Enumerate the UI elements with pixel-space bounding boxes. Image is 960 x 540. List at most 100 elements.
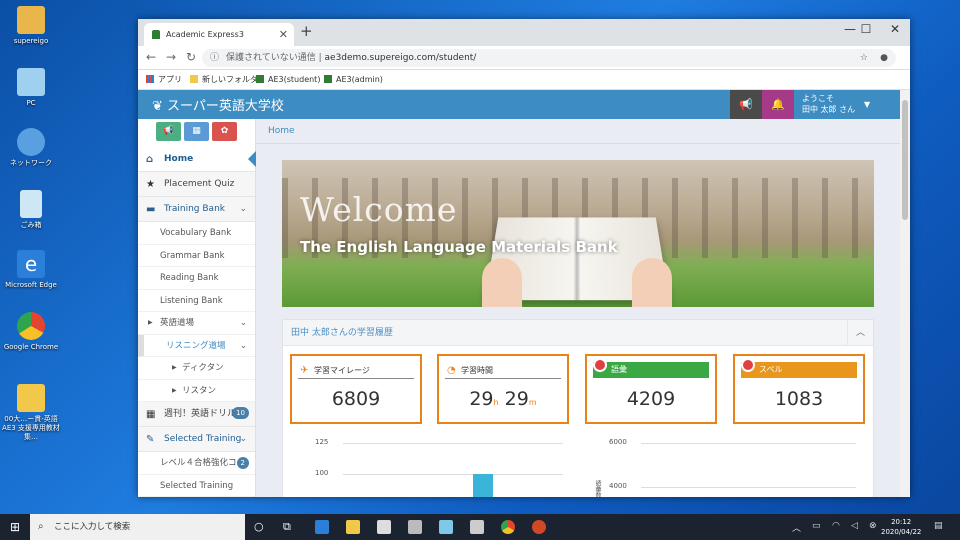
sidebar-item-home[interactable]: ⌂ Home bbox=[138, 147, 256, 172]
bookmark-ae3-student[interactable]: AE3(student) bbox=[256, 70, 320, 90]
new-tab-button[interactable]: + bbox=[300, 22, 313, 40]
breadcrumb[interactable]: Home bbox=[268, 126, 295, 136]
bookmark-apps[interactable]: アプリ bbox=[146, 70, 182, 90]
page-scrollbar[interactable] bbox=[900, 90, 910, 497]
hours-value: 29 bbox=[469, 388, 494, 410]
stat-label: 語彙 bbox=[611, 365, 627, 374]
tray-chevron-icon[interactable]: ︿ bbox=[792, 521, 801, 534]
info-icon[interactable]: ⓘ bbox=[210, 49, 219, 67]
taskbar-clock[interactable]: 20:12 2020/04/22 bbox=[881, 517, 921, 537]
stat-value: 4209 bbox=[626, 388, 676, 410]
desktop-icon-edge[interactable]: e Microsoft Edge bbox=[2, 250, 60, 290]
sidebar-item-eigo-dojo[interactable]: ▶ 英語道場 ⌄ bbox=[138, 312, 255, 335]
megaphone-icon[interactable]: 📢 bbox=[730, 90, 762, 119]
bookmark-label: AE3(admin) bbox=[336, 75, 383, 84]
reload-button[interactable]: ↻ bbox=[186, 50, 196, 64]
tab-close-icon[interactable]: ✕ bbox=[279, 23, 288, 46]
account-icon[interactable]: ● bbox=[880, 49, 888, 67]
close-window-button[interactable]: ✕ bbox=[881, 22, 909, 36]
chrome-taskbar-icon[interactable] bbox=[501, 520, 515, 534]
caret-down-icon: ▼ bbox=[864, 100, 871, 109]
edge-icon: e bbox=[17, 250, 45, 278]
notification-icon[interactable]: ▤ bbox=[934, 521, 943, 531]
address-bar-row: ← → ↻ ⓘ 保護されていない通信 | ae3demo.supereigo.c… bbox=[138, 46, 910, 70]
calendar-button[interactable]: ▦ bbox=[184, 122, 209, 141]
sidebar-item-listening-dojo[interactable]: リスニング道場 ⌄ bbox=[138, 334, 255, 357]
battery-icon[interactable]: ▭ bbox=[812, 521, 821, 531]
sidebar-item-listening-bank[interactable]: Listening Bank bbox=[138, 289, 255, 312]
menu-label: 週刊！英語ドリル bbox=[164, 409, 237, 419]
user-folder-icon bbox=[17, 6, 45, 34]
store-icon[interactable] bbox=[377, 520, 391, 534]
wifi-icon[interactable]: ◠ bbox=[832, 521, 840, 531]
taskbar: ⊞ ⌕ ここに入力して検索 ○ ⧉ ︿ ▭ ◠ ◁ ⊗ 20:12 2020/04/… bbox=[0, 514, 960, 540]
stat-label: 学習時間 bbox=[461, 366, 493, 375]
sidebar-item-selected-training-2[interactable]: Selected Training bbox=[138, 474, 255, 497]
bell-icon[interactable]: 🔔 bbox=[762, 90, 794, 119]
gridline bbox=[641, 487, 856, 488]
security-status: 保護されていない通信 bbox=[226, 53, 316, 63]
hours-unit: h bbox=[493, 398, 499, 407]
folder-icon bbox=[190, 75, 198, 83]
sidebar-item-level4[interactable]: レベル４合格強化コ… 2 bbox=[138, 452, 255, 475]
site-header: ❦ スーパー英語大学校 📢 🔔 ようこそ 田中 太郎 さん ▼ bbox=[138, 90, 900, 119]
site-brand[interactable]: ❦ スーパー英語大学校 bbox=[152, 95, 284, 114]
volume-icon[interactable]: ◁ bbox=[851, 521, 858, 531]
collapse-chevron-icon[interactable]: ︿ bbox=[847, 320, 873, 346]
count-badge: 2 bbox=[236, 457, 249, 469]
sidebar-item-weekly-drill[interactable]: ▦ 週刊！英語ドリル 10 bbox=[138, 402, 255, 427]
desktop-icon-user-folder[interactable]: supereigo bbox=[2, 6, 60, 46]
desktop-icon-materials[interactable]: 00大…ー貫-英語AE3 支援専用教材集… bbox=[2, 384, 60, 442]
bookmark-new-folder[interactable]: 新しいフォルダ bbox=[190, 70, 258, 90]
paint-icon[interactable] bbox=[470, 520, 484, 534]
tab-strip: Academic Express3 ✕ + — ☐ ✕ bbox=[138, 19, 910, 46]
desktop-icon-recycle-bin[interactable]: ごみ箱 bbox=[2, 190, 60, 230]
file-explorer-icon[interactable] bbox=[346, 520, 360, 534]
url-field[interactable]: ⓘ 保護されていない通信 | ae3demo.supereigo.com/stu… bbox=[202, 49, 896, 67]
y-axis-label: 語彙数 bbox=[594, 480, 601, 497]
desktop-icon-pc[interactable]: PC bbox=[2, 68, 60, 108]
edge-taskbar-icon[interactable] bbox=[315, 520, 329, 534]
taskbar-search[interactable]: ⌕ ここに入力して検索 bbox=[30, 514, 245, 540]
sidebar-item-vocabulary-bank[interactable]: Vocabulary Bank bbox=[138, 222, 255, 245]
desktop-icon-chrome[interactable]: Google Chrome bbox=[2, 312, 60, 352]
sidebar-item-dictan[interactable]: ▶ ディクタン bbox=[138, 357, 255, 380]
cortana-icon[interactable]: ○ bbox=[254, 520, 264, 533]
maximize-button[interactable]: ☐ bbox=[852, 22, 880, 36]
star-icon: ★ bbox=[146, 179, 155, 190]
bookmark-ae3-admin[interactable]: AE3(admin) bbox=[324, 70, 383, 90]
browser-tab[interactable]: Academic Express3 ✕ bbox=[144, 23, 294, 46]
sidebar-item-reading-bank[interactable]: Reading Bank bbox=[138, 267, 255, 290]
app-icon[interactable] bbox=[439, 520, 453, 534]
sidebar-item-ristan[interactable]: ▶ リスタン bbox=[138, 379, 255, 402]
sidebar-item-grammar-bank[interactable]: Grammar Bank bbox=[138, 244, 255, 267]
announcement-button[interactable]: 📢 bbox=[156, 122, 181, 141]
desktop-icon-network[interactable]: ネットワーク bbox=[2, 128, 60, 168]
mail-icon[interactable] bbox=[408, 520, 422, 534]
network-status-icon[interactable]: ⊗ bbox=[869, 521, 877, 531]
back-button[interactable]: ← bbox=[146, 50, 156, 64]
forward-button[interactable]: → bbox=[166, 50, 176, 64]
sidebar-item-training-bank[interactable]: ▬ Training Bank ⌄ bbox=[138, 197, 255, 222]
vocabulary-line-chart: 6000 語彙数 4000 bbox=[593, 438, 863, 497]
desktop-icon-label: Google Chrome bbox=[3, 343, 59, 351]
menu-label: Training Bank bbox=[164, 204, 225, 214]
user-menu[interactable]: ようこそ 田中 太郎 さん ▼ bbox=[802, 93, 870, 115]
airplane-icon: ✈ bbox=[300, 365, 309, 376]
y-tick-label: 4000 bbox=[609, 482, 627, 490]
powerpoint-icon[interactable] bbox=[532, 520, 546, 534]
windows-start-icon[interactable]: ⊞ bbox=[10, 520, 20, 534]
settings-button[interactable]: ✿ bbox=[212, 122, 237, 141]
welcome-banner: Welcome The English Language Materials B… bbox=[282, 160, 874, 307]
clock-time: 20:12 bbox=[891, 518, 912, 526]
welcome-label: ようこそ bbox=[802, 94, 834, 103]
learning-history-panel: 田中 太郎さんの学習履歴 ︿ ✈ 学習マイレージ 6809 ◔ 学習時間 29h 2… bbox=[282, 319, 874, 497]
stat-card-vocabulary: 語彙 4209 bbox=[585, 354, 717, 424]
menu-label: Placement Quiz bbox=[164, 179, 235, 189]
sidebar-item-selected-training[interactable]: ✎ Selected Training ⌄ bbox=[138, 427, 255, 452]
pc-icon bbox=[17, 68, 45, 96]
bookmark-star-icon[interactable]: ☆ bbox=[860, 49, 868, 67]
sidebar-item-placement-quiz[interactable]: ★ Placement Quiz bbox=[138, 172, 255, 197]
task-view-icon[interactable]: ⧉ bbox=[283, 520, 291, 534]
scrollbar-thumb[interactable] bbox=[902, 100, 908, 220]
